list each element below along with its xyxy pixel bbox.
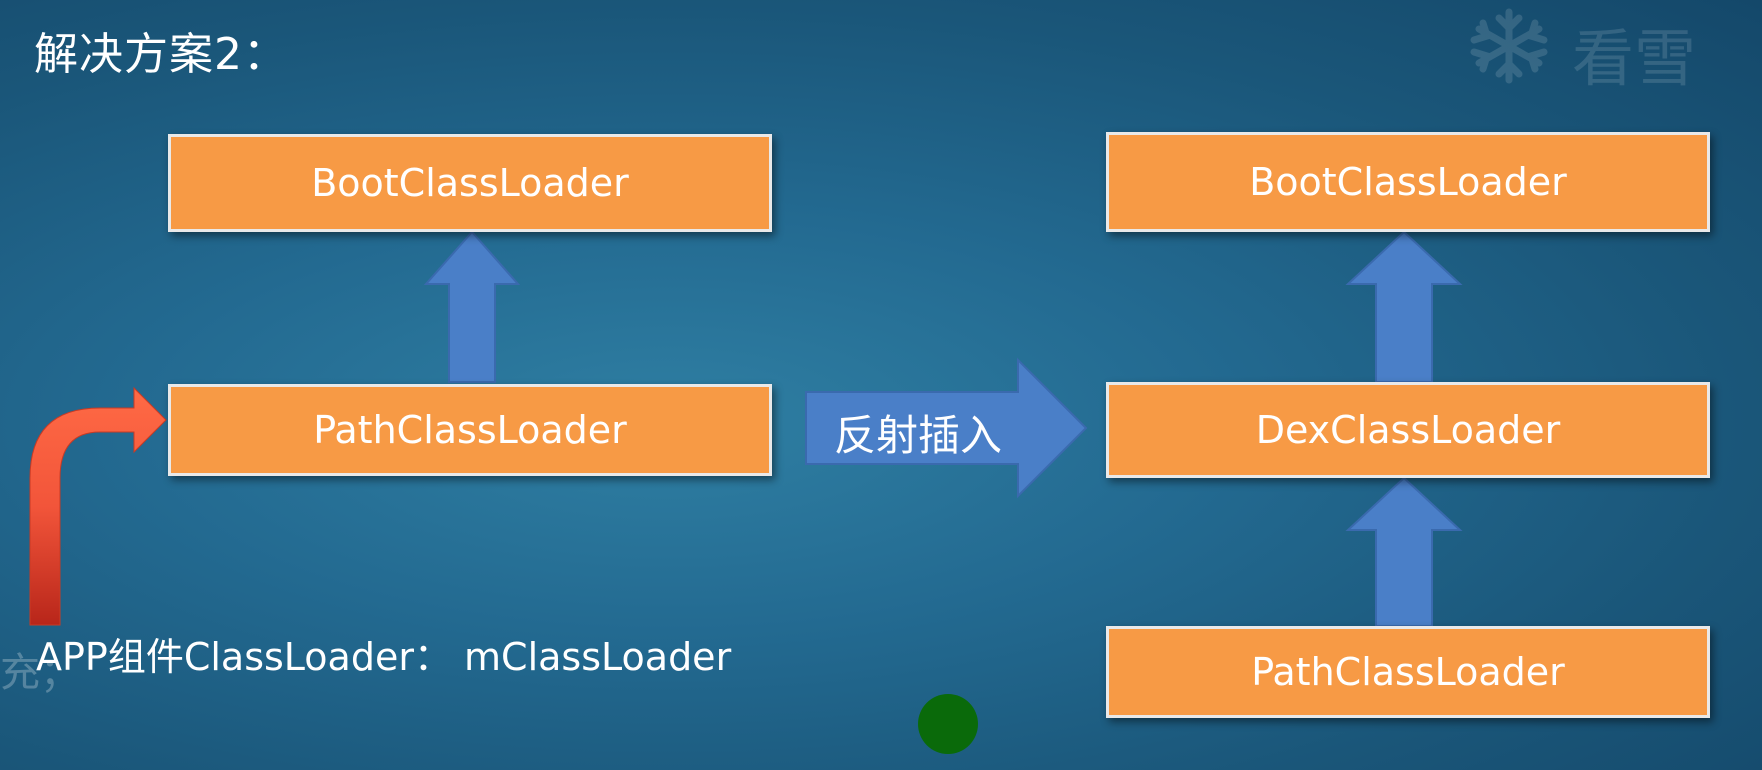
insert-arrow-label: 反射插入 — [834, 411, 1003, 460]
left-boot-class-loader-box: BootClassLoader — [168, 134, 772, 232]
right-upper-up-arrow — [1345, 230, 1463, 383]
left-path-class-loader-label: PathClassLoader — [313, 408, 627, 452]
right-boot-class-loader-label: BootClassLoader — [1249, 160, 1567, 204]
dex-class-loader-box: DexClassLoader — [1106, 382, 1710, 478]
right-path-class-loader-label: PathClassLoader — [1251, 650, 1565, 694]
left-path-class-loader-box: PathClassLoader — [168, 384, 772, 476]
app-red-arrow — [29, 386, 167, 626]
right-lower-up-arrow — [1345, 476, 1463, 627]
edge-text-fragment: 充； — [0, 650, 80, 696]
dex-class-loader-label: DexClassLoader — [1255, 408, 1561, 452]
right-boot-class-loader-box: BootClassLoader — [1106, 132, 1710, 232]
right-path-class-loader-box: PathClassLoader — [1106, 626, 1710, 718]
left-up-arrow — [423, 230, 521, 383]
app-class-loader-label: APP组件ClassLoader： mClassLoader — [36, 635, 732, 679]
left-boot-class-loader-label: BootClassLoader — [311, 161, 629, 205]
green-marker-dot — [918, 694, 978, 754]
